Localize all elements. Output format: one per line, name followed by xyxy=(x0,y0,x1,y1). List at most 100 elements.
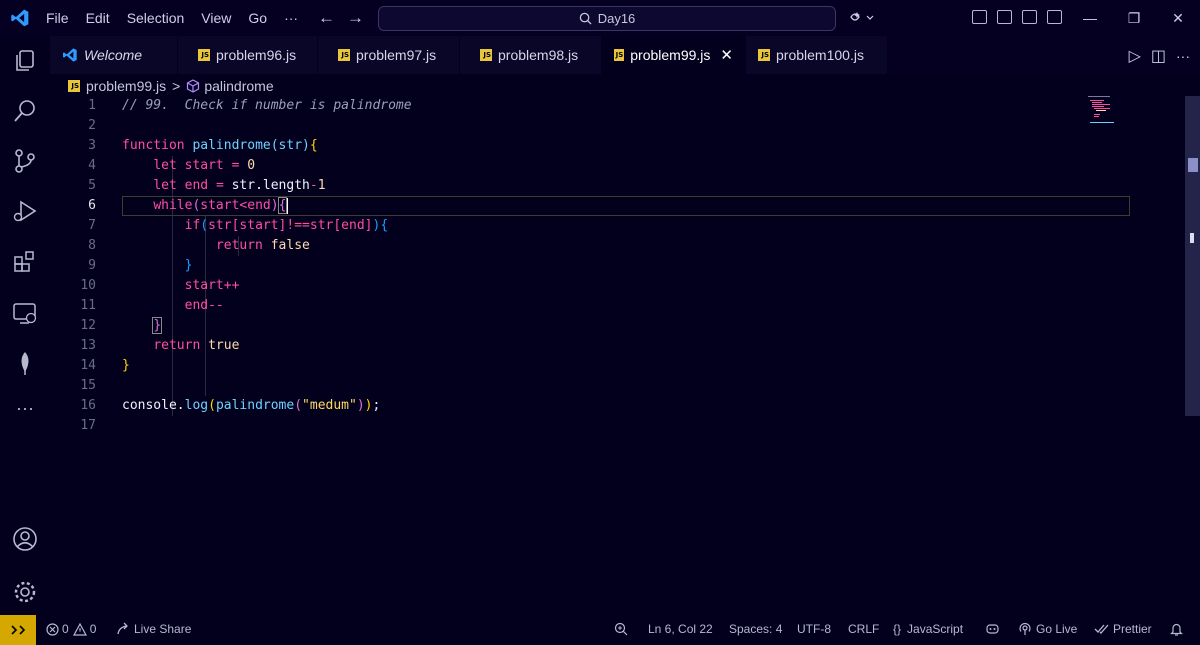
run-code-icon[interactable]: ▷ xyxy=(1129,46,1141,66)
forward-arrow-icon[interactable]: → xyxy=(347,8,364,27)
brace: { xyxy=(309,138,318,153)
notifications-bell-icon[interactable] xyxy=(1170,622,1183,636)
code-line: 16 console.log(palindrome("medum")); xyxy=(50,396,1184,416)
run-debug-icon[interactable] xyxy=(12,198,38,224)
js-icon: JS xyxy=(480,49,492,61)
line-number: 15 xyxy=(80,378,96,393)
close-tab-icon[interactable]: ✕ xyxy=(720,46,733,64)
warning-count: 0 xyxy=(89,622,97,636)
brace-match: } xyxy=(152,317,163,334)
warning-icon xyxy=(72,622,87,636)
more-actions-icon[interactable]: ··· xyxy=(1176,48,1190,64)
menu-go[interactable]: Go xyxy=(248,10,267,26)
go-live-button[interactable]: Go Live xyxy=(1018,622,1077,636)
property-access: str.length xyxy=(231,178,310,193)
extensions-icon[interactable] xyxy=(12,248,38,274)
restore-button[interactable]: ❐ xyxy=(1112,10,1156,27)
close-window-button[interactable]: ✕ xyxy=(1156,10,1200,27)
breadcrumb-symbol[interactable]: palindrome xyxy=(204,78,273,94)
js-icon: JS xyxy=(198,49,210,61)
explorer-icon[interactable] xyxy=(12,48,38,74)
operator: - xyxy=(309,178,318,193)
paren: ( xyxy=(208,398,216,413)
accounts-icon[interactable] xyxy=(12,526,38,552)
zoom-icon[interactable] xyxy=(614,622,628,636)
index-start: [start] xyxy=(231,218,287,233)
remote-indicator-icon[interactable] xyxy=(0,615,36,645)
keyword-let: let xyxy=(153,178,177,193)
tab-label: problem100.js xyxy=(776,47,864,63)
prettier-label: Prettier xyxy=(1113,622,1152,636)
menu-more[interactable]: ··· xyxy=(284,10,298,26)
window-controls: — ❐ ✕ xyxy=(1068,0,1200,36)
editor-actions: ▷ ◫ ··· xyxy=(1119,46,1190,66)
line-number: 1 xyxy=(88,98,96,113)
keyword-function: function xyxy=(122,138,185,153)
mongodb-leaf-icon[interactable] xyxy=(12,350,38,376)
toggle-primary-sidebar-icon[interactable] xyxy=(997,10,1012,24)
problems-indicator[interactable]: 0 0 xyxy=(46,622,96,636)
paren: ( xyxy=(294,398,303,413)
settings-gear-icon[interactable] xyxy=(12,579,38,605)
boolean-literal: true xyxy=(208,338,240,353)
tab-problem97[interactable]: JS problem97.js xyxy=(318,36,460,74)
search-icon xyxy=(579,12,592,25)
live-share-button[interactable]: Live Share xyxy=(116,622,191,636)
search-sidebar-icon[interactable] xyxy=(12,98,38,124)
tab-problem96[interactable]: JS problem96.js xyxy=(178,36,318,74)
line-number: 6 xyxy=(88,198,96,213)
brace: } xyxy=(122,358,130,373)
live-share-label: Live Share xyxy=(134,622,192,636)
cursor-position[interactable]: Ln 6, Col 22 xyxy=(648,622,713,636)
code-line: 7 if(str[start]!==str[end]){ xyxy=(50,216,1184,236)
remote-explorer-icon[interactable] xyxy=(12,300,38,326)
copilot-icon[interactable] xyxy=(848,9,874,28)
menu-selection[interactable]: Selection xyxy=(127,10,185,26)
source-control-icon[interactable] xyxy=(12,148,38,174)
split-editor-icon[interactable]: ◫ xyxy=(1151,46,1166,66)
variable: end xyxy=(184,178,209,193)
back-arrow-icon[interactable]: ← xyxy=(318,8,335,27)
brace-match: { xyxy=(277,197,288,214)
search-label: Day16 xyxy=(597,11,636,26)
prettier-status[interactable]: Prettier xyxy=(1094,622,1152,636)
vertical-scrollbar[interactable] xyxy=(1185,96,1200,416)
line-number: 7 xyxy=(88,218,96,233)
menu-view[interactable]: View xyxy=(201,10,231,26)
indentation[interactable]: Spaces: 4 xyxy=(729,622,782,636)
vscode-logo-icon xyxy=(11,9,29,27)
end-of-line[interactable]: CRLF xyxy=(848,622,879,636)
customize-layout-icon[interactable] xyxy=(972,10,987,24)
line-number: 13 xyxy=(80,338,96,353)
tab-welcome[interactable]: Welcome xyxy=(50,36,178,74)
code-editor[interactable]: 1 // 99. Check if number is palindrome 2… xyxy=(50,96,1184,612)
tab-problem100[interactable]: JS problem100.js xyxy=(746,36,888,74)
line-number: 17 xyxy=(80,418,96,433)
tab-label: problem99.js xyxy=(630,47,711,63)
menu-bar: File Edit Selection View Go ··· xyxy=(46,0,315,36)
keyword-if: if xyxy=(184,218,201,233)
command-center-search[interactable]: Day16 xyxy=(378,6,836,31)
menu-edit[interactable]: Edit xyxy=(86,10,110,26)
line-number: 16 xyxy=(80,398,96,413)
more-views-icon[interactable]: ··· xyxy=(12,398,38,424)
line-number: 12 xyxy=(80,318,96,333)
text-cursor xyxy=(286,197,289,214)
toggle-panel-icon[interactable] xyxy=(1022,10,1037,24)
code-line: 10 start++ xyxy=(50,276,1184,296)
toggle-secondary-sidebar-icon[interactable] xyxy=(1047,10,1062,24)
tab-problem99[interactable]: JS problem99.js ✕ xyxy=(602,36,746,74)
copilot-status-icon[interactable] xyxy=(985,622,1000,636)
tab-label: problem96.js xyxy=(216,47,297,63)
code-line: 11 end-- xyxy=(50,296,1184,316)
line-number: 3 xyxy=(88,138,96,153)
brace: { xyxy=(380,218,389,233)
menu-file[interactable]: File xyxy=(46,10,69,26)
encoding[interactable]: UTF-8 xyxy=(797,622,831,636)
keyword-while: while xyxy=(153,198,193,213)
minimap[interactable] xyxy=(1088,96,1118,126)
minimize-button[interactable]: — xyxy=(1068,10,1112,26)
breadcrumb-file[interactable]: problem99.js xyxy=(86,78,166,94)
language-mode[interactable]: {} JavaScript xyxy=(893,622,963,636)
tab-problem98[interactable]: JS problem98.js xyxy=(460,36,602,74)
